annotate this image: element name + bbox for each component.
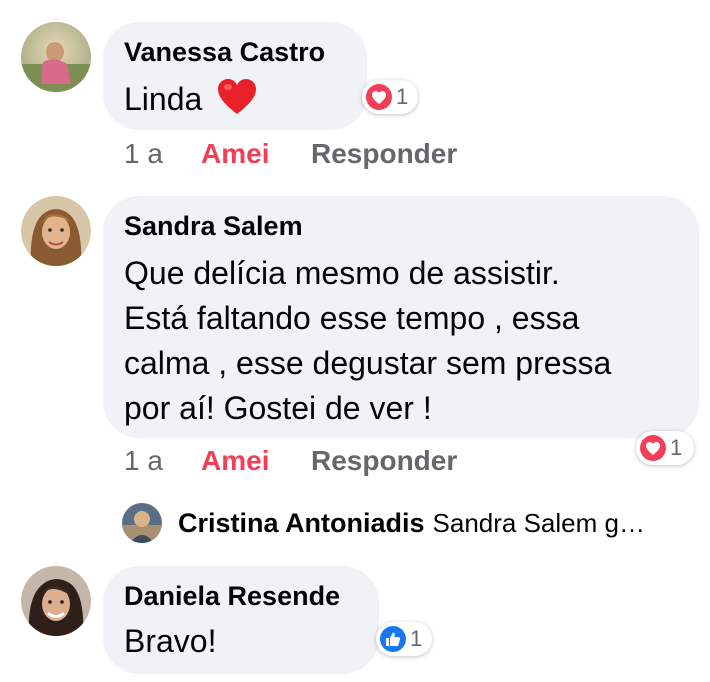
comment-timestamp[interactable]: 1 a [124, 138, 163, 170]
love-button[interactable]: Amei [201, 445, 269, 477]
avatar-vanessa-castro[interactable] [21, 22, 91, 92]
avatar-cristina-antoniadis [122, 503, 162, 543]
avatar-sandra-salem[interactable] [21, 196, 91, 266]
comment-author[interactable]: Sandra Salem [124, 211, 303, 242]
comment-text: Que delícia mesmo de assistir. Está falt… [124, 251, 611, 431]
comment-text-line: Que delícia mesmo de assistir. [124, 255, 560, 291]
comment-timestamp[interactable]: 1 a [124, 445, 163, 477]
comment-author[interactable]: Vanessa Castro [124, 37, 325, 68]
red-heart-emoji-icon [217, 78, 257, 128]
comment-text-line: Está faltando esse tempo , essa [124, 300, 580, 336]
reaction-count: 1 [670, 435, 683, 460]
reaction-count: 1 [396, 84, 409, 109]
reply-button[interactable]: Responder [311, 445, 457, 477]
love-button[interactable]: Amei [201, 138, 269, 170]
comment-text-line: calma , esse degustar sem pressa [124, 345, 612, 381]
reply-author: Cristina Antoniadis [178, 507, 425, 538]
reaction-badge[interactable]: 1 [376, 622, 432, 656]
like-reaction-icon [380, 626, 406, 652]
reaction-badge[interactable]: 1 [636, 431, 694, 465]
love-reaction-icon [640, 435, 666, 461]
reaction-badge[interactable]: 1 [362, 80, 418, 114]
reply-button[interactable]: Responder [311, 138, 457, 170]
comment-author[interactable]: Daniela Resende [124, 581, 340, 612]
reply-preview[interactable]: Cristina Antoniadis Sandra Salem g… [122, 502, 702, 544]
reply-snippet: Sandra Salem g… [432, 507, 645, 538]
avatar-daniela-resende[interactable] [21, 566, 91, 636]
comment-text-line: por aí! Gostei de ver ! [124, 390, 432, 426]
comment-text: Linda [124, 77, 257, 128]
reaction-count: 1 [410, 626, 423, 651]
love-reaction-icon [366, 84, 392, 110]
comment-text: Bravo! [124, 623, 217, 659]
